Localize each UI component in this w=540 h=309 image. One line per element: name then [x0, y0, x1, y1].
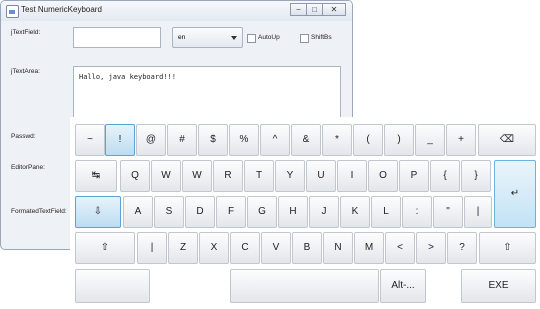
key-exclamation[interactable]: !: [105, 124, 135, 156]
maximize-button[interactable]: □: [306, 3, 323, 16]
key-g[interactable]: G: [247, 196, 277, 228]
passwd-label: Passwd:: [11, 133, 36, 140]
key-asterisk[interactable]: *: [322, 124, 352, 156]
chevron-down-icon: [231, 36, 237, 40]
locale-value: en: [178, 34, 186, 41]
window-title: Test NumericKeyboard: [21, 5, 102, 14]
key-m[interactable]: M: [354, 232, 384, 264]
textfield-input[interactable]: [73, 27, 161, 48]
key-n[interactable]: N: [323, 232, 353, 264]
enter-icon: ↵: [510, 188, 520, 199]
blank-key-left[interactable]: [75, 269, 150, 303]
key-lbrace[interactable]: {: [430, 160, 460, 192]
tab-icon: ↹: [91, 170, 101, 181]
key-at[interactable]: @: [136, 124, 166, 156]
shift-left-icon: ⇧: [100, 242, 110, 253]
space-key[interactable]: [230, 269, 379, 303]
caps-icon: ⇩: [93, 206, 103, 217]
key-q[interactable]: Q: [120, 160, 150, 192]
key-colon[interactable]: :: [402, 196, 432, 228]
key-dollar[interactable]: $: [198, 124, 228, 156]
title-bar: Test NumericKeyboard − □ ✕: [1, 1, 352, 21]
caps-key[interactable]: ⇩: [75, 196, 121, 228]
key-ampersand[interactable]: &: [291, 124, 321, 156]
key-r[interactable]: R: [213, 160, 243, 192]
key-caret[interactable]: ^: [260, 124, 290, 156]
autoup-checkbox[interactable]: [247, 34, 256, 43]
close-button[interactable]: ✕: [322, 3, 346, 16]
alt-key[interactable]: Alt-...: [380, 269, 426, 303]
key-p[interactable]: P: [399, 160, 429, 192]
editorpane-label: EditorPane:: [11, 164, 45, 171]
virtual-keyboard: ~ ! @ # $ % ^ & * ( ) _ + ⌫ ↹ Q W W R T …: [70, 117, 540, 309]
formatted-label: FormatedTextField:: [11, 208, 67, 215]
key-f[interactable]: F: [216, 196, 246, 228]
key-greater[interactable]: >: [416, 232, 446, 264]
tab-key[interactable]: ↹: [75, 160, 117, 192]
key-i[interactable]: I: [337, 160, 367, 192]
key-pipe[interactable]: |: [464, 196, 492, 228]
key-k[interactable]: K: [340, 196, 370, 228]
key-lparen[interactable]: (: [353, 124, 383, 156]
autoup-label: AutoUp: [258, 34, 280, 41]
key-d[interactable]: D: [185, 196, 215, 228]
key-quote[interactable]: ": [433, 196, 463, 228]
key-a[interactable]: A: [123, 196, 153, 228]
shift-right-icon: ⇧: [503, 242, 512, 253]
locale-select[interactable]: en: [172, 27, 243, 48]
key-o[interactable]: O: [368, 160, 398, 192]
key-y[interactable]: Y: [275, 160, 305, 192]
shift-left-key[interactable]: ⇧: [75, 232, 135, 264]
key-w-2[interactable]: W: [182, 160, 212, 192]
key-u[interactable]: U: [306, 160, 336, 192]
key-underscore[interactable]: _: [415, 124, 445, 156]
key-z[interactable]: Z: [168, 232, 198, 264]
shift-right-key[interactable]: ⇧: [479, 232, 536, 264]
key-hash[interactable]: #: [167, 124, 197, 156]
textarea-text: Hallo, java keyboard!!!: [79, 73, 176, 81]
exe-key[interactable]: EXE: [461, 269, 536, 303]
key-rbrace[interactable]: }: [461, 160, 491, 192]
key-tilde[interactable]: ~: [75, 124, 105, 156]
key-j[interactable]: J: [309, 196, 339, 228]
key-l[interactable]: L: [371, 196, 401, 228]
backspace-icon: ⌫: [499, 134, 515, 145]
key-c[interactable]: C: [230, 232, 260, 264]
key-pipe-2[interactable]: |: [137, 232, 167, 264]
java-app-icon: [6, 5, 19, 18]
enter-key[interactable]: ↵: [494, 160, 536, 228]
textfield-label: jTextField:: [11, 29, 41, 36]
key-b[interactable]: B: [292, 232, 322, 264]
key-s[interactable]: S: [154, 196, 184, 228]
key-x[interactable]: X: [199, 232, 229, 264]
minimize-button[interactable]: −: [290, 3, 307, 16]
key-w[interactable]: W: [151, 160, 181, 192]
shiftbs-label: ShiftBs: [311, 34, 332, 41]
key-t[interactable]: T: [244, 160, 274, 192]
key-plus[interactable]: +: [446, 124, 476, 156]
key-less[interactable]: <: [385, 232, 415, 264]
key-rparen[interactable]: ): [384, 124, 414, 156]
key-question[interactable]: ?: [447, 232, 477, 264]
backspace-key[interactable]: ⌫: [478, 124, 536, 156]
key-percent[interactable]: %: [229, 124, 259, 156]
key-h[interactable]: H: [278, 196, 308, 228]
textarea-label: jTextArea:: [11, 68, 40, 75]
shiftbs-checkbox[interactable]: [300, 34, 309, 43]
key-v[interactable]: V: [261, 232, 291, 264]
